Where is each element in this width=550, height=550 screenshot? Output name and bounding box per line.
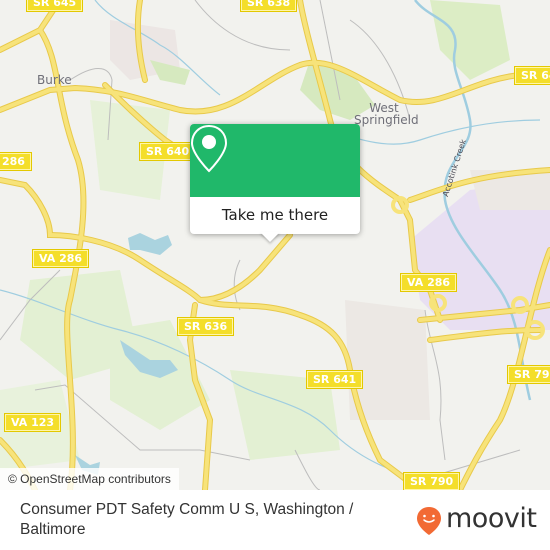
map-canvas[interactable]: Burke West Springfield Accotink Creek SR… (0, 0, 550, 490)
lake (128, 233, 172, 255)
road-shield-sr640-east: SR 64 (514, 66, 550, 85)
road-shield-sr645: SR 645 (25, 0, 84, 12)
place-label-burke: Burke (37, 73, 72, 87)
road-shield-sr640: SR 640 (138, 142, 197, 161)
place-label-west-springfield: West Springfield (354, 101, 419, 127)
popup-pointer (260, 232, 280, 242)
map-tiles (0, 0, 550, 490)
footer: Consumer PDT Safety Comm U S, Washington… (0, 490, 550, 550)
road-shield-sr638: SR 638 (239, 0, 298, 12)
road-shield-sr636: SR 636 (176, 317, 235, 336)
map-attribution[interactable]: © OpenStreetMap contributors (0, 468, 179, 490)
take-me-there-button[interactable]: Take me there (190, 197, 360, 234)
map-pin-icon (190, 124, 228, 173)
road-shield-sr641: SR 641 (305, 370, 364, 389)
road-shield-sr790-south: SR 790 (402, 472, 461, 490)
park-area (430, 0, 510, 80)
moovit-wordmark: moovit (446, 503, 537, 534)
road-shield-sr790-east: SR 790 (506, 365, 550, 384)
moovit-logo[interactable]: moovit (416, 503, 537, 536)
road-shield-va286-edge: 286 (0, 152, 32, 171)
road-shield-va123: VA 123 (3, 413, 62, 432)
location-popup: Take me there (190, 124, 360, 234)
moovit-pin-icon (417, 507, 441, 535)
road-shield-va286-west: VA 286 (31, 249, 90, 268)
popup-header (190, 124, 360, 197)
road-shield-va286-east: VA 286 (399, 273, 458, 292)
location-title: Consumer PDT Safety Comm U S, Washington… (20, 501, 354, 538)
